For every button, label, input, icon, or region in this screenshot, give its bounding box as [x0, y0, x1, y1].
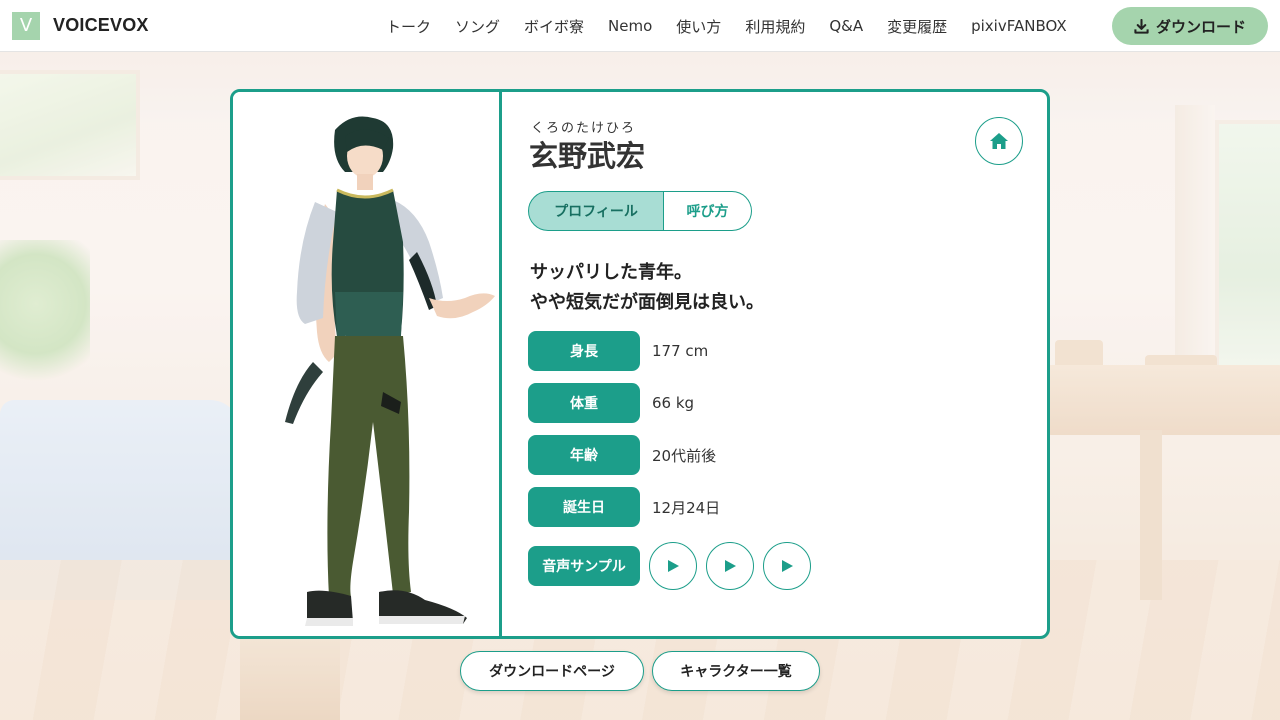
stat-row-birthday: 誕生日 12月24日 — [528, 487, 720, 527]
stat-row-age: 年齢 20代前後 — [528, 435, 716, 475]
stat-label: 体重 — [528, 383, 640, 423]
nav-item-changelog[interactable]: 変更履歴 — [887, 16, 947, 37]
stat-row-height: 身長 177 cm — [528, 331, 708, 371]
home-icon — [990, 133, 1008, 149]
site-logo[interactable]: V VOICEVOX — [12, 11, 149, 40]
nav-item-voivo-dorm[interactable]: ボイボ寮 — [524, 16, 584, 37]
stat-row-weight: 体重 66 kg — [528, 383, 694, 423]
play-icon — [668, 560, 679, 572]
download-icon — [1134, 18, 1149, 34]
stat-label: 年齢 — [528, 435, 640, 475]
tab-profile[interactable]: プロフィール — [528, 191, 664, 231]
stat-value: 66 kg — [652, 394, 695, 412]
character-card: くろのたけひろ 玄野武宏 プロフィール 呼び方 サッパリした青年。 やや短気だが… — [230, 89, 1050, 639]
download-page-button[interactable]: ダウンロードページ — [460, 651, 644, 691]
tab-how-to-call[interactable]: 呼び方 — [664, 191, 752, 231]
play-icon — [725, 560, 736, 572]
logo-text: VOICEVOX — [53, 15, 149, 35]
description-line: やや短気だが面倒見は良い。 — [530, 292, 764, 313]
logo-mark: V — [12, 11, 40, 40]
header-download-label: ダウンロード — [1155, 17, 1246, 36]
character-illustration — [285, 116, 495, 626]
voice-sample-label: 音声サンプル — [528, 546, 640, 586]
main-nav: トーク ソング ボイボ寮 Nemo 使い方 利用規約 Q&A 変更履歴 pixi… — [386, 0, 1067, 52]
character-portrait — [233, 92, 502, 636]
stat-value: 20代前後 — [652, 446, 717, 465]
voice-sample-play-button-1[interactable] — [649, 542, 697, 590]
nav-item-song[interactable]: ソング — [455, 16, 500, 37]
voice-sample-row: 音声サンプル — [528, 542, 811, 590]
nav-item-how-to-use[interactable]: 使い方 — [676, 16, 721, 37]
description-line: サッパリした青年。 — [530, 262, 692, 283]
voice-sample-play-button-3[interactable] — [763, 542, 811, 590]
stat-value: 177 cm — [652, 342, 709, 360]
nav-item-nemo[interactable]: Nemo — [608, 17, 652, 35]
home-button[interactable] — [975, 117, 1023, 165]
stat-label: 誕生日 — [528, 487, 640, 527]
stat-label: 身長 — [528, 331, 640, 371]
character-info-panel: くろのたけひろ 玄野武宏 プロフィール 呼び方 サッパリした青年。 やや短気だが… — [505, 92, 1047, 636]
nav-item-talk[interactable]: トーク — [386, 16, 431, 37]
character-description: サッパリした青年。 やや短気だが面倒見は良い。 — [530, 258, 764, 318]
nav-item-fanbox[interactable]: pixivFANBOX — [971, 17, 1067, 35]
header-download-button[interactable]: ダウンロード — [1112, 7, 1268, 45]
voice-sample-play-button-2[interactable] — [706, 542, 754, 590]
play-icon — [782, 560, 793, 572]
character-list-button[interactable]: キャラクター一覧 — [652, 651, 820, 691]
nav-item-qa[interactable]: Q&A — [829, 17, 863, 35]
character-name: 玄野武宏 — [529, 139, 646, 173]
site-header: V VOICEVOX トーク ソング ボイボ寮 Nemo 使い方 利用規約 Q&… — [0, 0, 1280, 52]
nav-item-terms[interactable]: 利用規約 — [745, 16, 805, 37]
stat-value: 12月24日 — [652, 498, 721, 517]
profile-tabs: プロフィール 呼び方 — [528, 191, 752, 231]
